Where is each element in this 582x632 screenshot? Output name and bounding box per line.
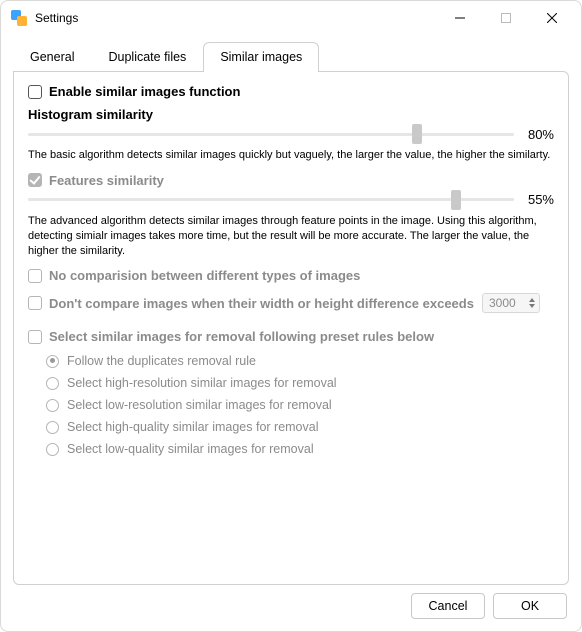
histogram-title: Histogram similarity <box>28 107 554 122</box>
features-row[interactable]: Features similarity <box>28 173 554 188</box>
histogram-value: 80% <box>514 127 554 142</box>
preset-option-3[interactable]: Select high-quality similar images for r… <box>28 416 554 438</box>
features-checkbox[interactable] <box>28 173 42 187</box>
preset-option-label: Select high-resolution similar images fo… <box>67 376 337 390</box>
window-title: Settings <box>35 11 78 25</box>
histogram-desc: The basic algorithm detects similar imag… <box>28 148 554 163</box>
maximize-button[interactable] <box>483 3 529 33</box>
radio-icon[interactable] <box>46 355 59 368</box>
histogram-slider-row: 80% <box>28 124 554 144</box>
ok-button[interactable]: OK <box>493 593 567 619</box>
tab-general[interactable]: General <box>13 42 91 72</box>
preset-rules-options: Follow the duplicates removal rule Selec… <box>28 350 554 460</box>
minimize-icon <box>455 13 465 23</box>
features-desc: The advanced algorithm detects similar i… <box>28 214 554 259</box>
slider-track <box>28 133 514 136</box>
preset-option-4[interactable]: Select low-quality similar images for re… <box>28 438 554 460</box>
tab-similar-images[interactable]: Similar images <box>203 42 319 72</box>
dimension-diff-label: Don't compare images when their width or… <box>49 296 474 311</box>
radio-icon[interactable] <box>46 421 59 434</box>
preset-option-label: Select low-resolution similar images for… <box>67 398 332 412</box>
no-compare-types-row[interactable]: No comparision between different types o… <box>28 268 554 283</box>
preset-rules-label: Select similar images for removal follow… <box>49 329 434 344</box>
preset-rules-row[interactable]: Select similar images for removal follow… <box>28 329 554 344</box>
app-icon <box>11 10 27 26</box>
close-icon <box>547 13 557 23</box>
features-slider[interactable] <box>28 190 514 210</box>
dimension-diff-checkbox[interactable] <box>28 296 42 310</box>
settings-window: Settings General Duplicate files Similar… <box>0 0 582 632</box>
features-value: 55% <box>514 192 554 207</box>
dimension-diff-value: 3000 <box>489 296 516 310</box>
preset-option-1[interactable]: Select high-resolution similar images fo… <box>28 372 554 394</box>
no-compare-types-checkbox[interactable] <box>28 269 42 283</box>
tabs: General Duplicate files Similar images <box>1 35 581 71</box>
preset-option-0[interactable]: Follow the duplicates removal rule <box>28 350 554 372</box>
dimension-diff-input[interactable]: 3000 <box>482 293 540 313</box>
tab-duplicate-files[interactable]: Duplicate files <box>91 42 203 72</box>
enable-label: Enable similar images function <box>49 84 240 99</box>
features-title: Features similarity <box>49 173 164 188</box>
titlebar: Settings <box>1 1 581 35</box>
enable-checkbox[interactable] <box>28 85 42 99</box>
radio-icon[interactable] <box>46 399 59 412</box>
maximize-icon <box>501 13 511 23</box>
close-button[interactable] <box>529 3 575 33</box>
cancel-button[interactable]: Cancel <box>411 593 485 619</box>
preset-option-label: Select low-quality similar images for re… <box>67 442 314 456</box>
dimension-diff-row[interactable]: Don't compare images when their width or… <box>28 293 554 313</box>
preset-option-label: Select high-quality similar images for r… <box>67 420 318 434</box>
histogram-slider[interactable] <box>28 124 514 144</box>
slider-thumb[interactable] <box>451 190 461 210</box>
preset-rules-checkbox[interactable] <box>28 330 42 344</box>
minimize-button[interactable] <box>437 3 483 33</box>
no-compare-types-label: No comparision between different types o… <box>49 268 360 283</box>
enable-row[interactable]: Enable similar images function <box>28 84 554 99</box>
preset-option-2[interactable]: Select low-resolution similar images for… <box>28 394 554 416</box>
features-slider-row: 55% <box>28 190 554 210</box>
tab-panel-similar-images: Enable similar images function Histogram… <box>13 71 569 585</box>
slider-thumb[interactable] <box>412 124 422 144</box>
radio-icon[interactable] <box>46 377 59 390</box>
radio-icon[interactable] <box>46 443 59 456</box>
slider-track <box>28 198 514 201</box>
preset-option-label: Follow the duplicates removal rule <box>67 354 256 368</box>
footer: Cancel OK <box>1 593 581 631</box>
stepper-icon[interactable] <box>526 295 538 311</box>
